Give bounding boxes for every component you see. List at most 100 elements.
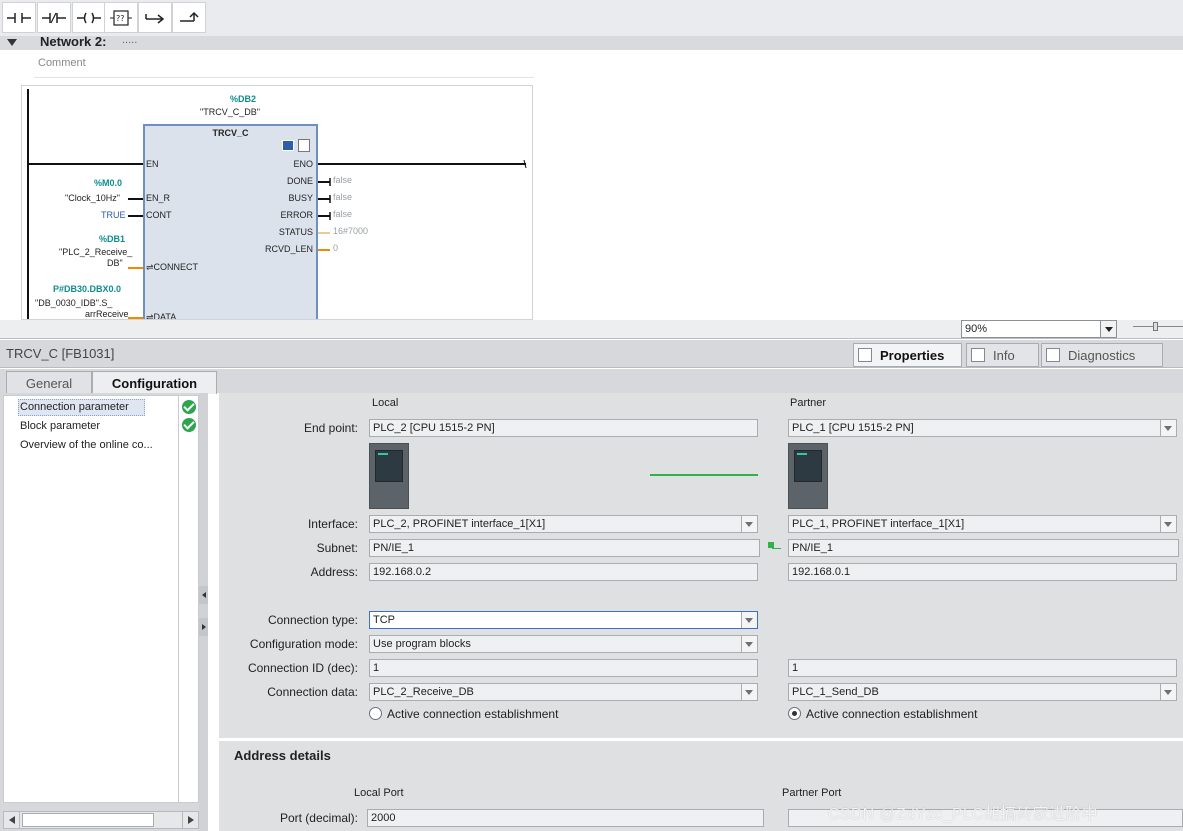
connection-type-select[interactable]: TCP: [369, 611, 758, 629]
local-header: Local: [372, 397, 399, 409]
check-ok-icon: [182, 400, 196, 414]
partner-end-point-select[interactable]: PLC_1 [CPU 1515-2 PN]: [788, 419, 1177, 437]
network-header[interactable]: Network 2: .....: [0, 34, 1183, 50]
tab-info-label: Info: [993, 347, 1015, 363]
pin-connect: ⇌CONNECT: [146, 262, 199, 272]
configuration-mode-select[interactable]: Use program blocks: [369, 635, 758, 653]
scroll-thumb[interactable]: [22, 813, 154, 827]
local-active-connection-label[interactable]: Active connection establishment: [387, 707, 558, 721]
partner-active-connection-label[interactable]: Active connection establishment: [806, 707, 977, 721]
close-branch-icon[interactable]: [172, 2, 206, 33]
comment-label: Comment: [38, 57, 86, 69]
chevron-down-icon: [745, 642, 753, 647]
scroll-right-icon[interactable]: [182, 812, 198, 828]
block-name: TRCV_C: [212, 128, 249, 138]
local-connection-id-value: 1: [373, 662, 380, 674]
chevron-down-icon: [1164, 690, 1172, 695]
network-comment[interactable]: Comment: [34, 53, 534, 78]
local-connection-data-select[interactable]: PLC_2_Receive_DB: [369, 683, 758, 701]
trcv-c-block[interactable]: TRCV_C EN EN_R CONT ⇌CONNECT ⇌DATA ENO D…: [143, 124, 318, 320]
pin-eno: ENO: [293, 159, 313, 169]
error-value: false: [333, 209, 353, 219]
partner-interface-select[interactable]: PLC_1, PROFINET interface_1[X1]: [788, 515, 1177, 533]
chevron-down-icon[interactable]: [1100, 321, 1116, 337]
nc-contact-icon[interactable]: [37, 2, 71, 33]
tab-diagnostics-label: Diagnostics: [1068, 347, 1136, 363]
nav-item-connection-parameter[interactable]: Connection parameter: [20, 401, 129, 413]
inspector-block-title: TRCV_C [FB1031]: [6, 346, 115, 361]
data-operand-line2[interactable]: arrReceive: [85, 309, 129, 319]
tab-general-label: General: [25, 375, 73, 391]
zoom-select[interactable]: 90%: [961, 320, 1117, 338]
block-call-icon[interactable]: [282, 140, 294, 151]
no-contact-icon[interactable]: [2, 2, 36, 33]
collapse-triangle-icon[interactable]: [7, 39, 17, 46]
watermark: CSDN @ZdYzc_PLC胡搞砖家进阶中: [828, 806, 1098, 823]
data-operand-line1[interactable]: "DB_0030_IDB".S_: [35, 298, 112, 308]
local-subnet-field: PN/IE_1: [369, 539, 760, 557]
collapse-left-icon[interactable]: [199, 586, 208, 604]
local-address-value: 192.168.0.2: [373, 566, 432, 578]
local-active-connection-radio[interactable]: [369, 707, 382, 720]
tab-properties[interactable]: Properties: [853, 343, 962, 367]
partner-port-header: Partner Port: [782, 787, 842, 799]
panel-splitter[interactable]: [199, 393, 208, 831]
scroll-left-icon[interactable]: [4, 812, 20, 828]
nav-item-block-parameter[interactable]: Block parameter: [20, 420, 100, 432]
partner-subnet-field: PN/IE_1: [788, 539, 1179, 557]
connect-operand-line1[interactable]: "PLC_2_Receive_: [59, 247, 132, 257]
tab-general[interactable]: General: [6, 371, 92, 394]
pin-cont: CONT: [146, 210, 172, 220]
open-branch-icon[interactable]: [138, 2, 172, 33]
config-subtabs: General Configuration: [0, 369, 1183, 394]
configuration-mode-label: Configuration mode:: [249, 637, 358, 651]
en-r-operand[interactable]: "Clock_10Hz": [65, 193, 120, 203]
connection-id-label: Connection ID (dec):: [247, 661, 358, 675]
check-ok-icon: [182, 418, 196, 432]
partner-connection-id-field[interactable]: 1: [788, 659, 1177, 677]
coil-icon[interactable]: [72, 2, 106, 33]
empty-box-icon[interactable]: ??: [104, 2, 138, 33]
nav-item-online-overview[interactable]: Overview of the online co...: [20, 439, 153, 451]
data-address: P#DB30.DBX0.0: [53, 284, 122, 294]
properties-icon: [858, 348, 872, 362]
tab-info[interactable]: Info: [966, 343, 1039, 367]
instance-db-name: "TRCV_C_DB": [200, 107, 260, 117]
tab-diagnostics[interactable]: Diagnostics: [1041, 343, 1163, 367]
subnet-label: Subnet:: [316, 541, 358, 555]
connection-type-label: Connection type:: [267, 613, 358, 627]
busy-value: false: [333, 192, 353, 202]
network-title-placeholder: .....: [122, 34, 138, 46]
interface-label: Interface:: [307, 517, 358, 531]
pin-status: STATUS: [278, 227, 313, 237]
local-connection-id-field[interactable]: 1: [369, 659, 758, 677]
inspector-header: TRCV_C [FB1031] Properties Info Diagnost…: [0, 340, 1183, 368]
local-end-point-value: PLC_2 [CPU 1515-2 PN]: [373, 422, 495, 434]
zoom-value: 90%: [965, 323, 988, 335]
connection-parameter-panel: Local Partner End point: PLC_2 [CPU 1515…: [219, 393, 1183, 738]
expand-right-icon[interactable]: [199, 618, 208, 636]
connection-type-value: TCP: [373, 614, 395, 626]
chevron-down-icon: [745, 690, 753, 695]
local-interface-select[interactable]: PLC_2, PROFINET interface_1[X1]: [369, 515, 758, 533]
svg-text:??: ??: [116, 14, 125, 23]
zoom-slider-thumb[interactable]: [1153, 322, 1158, 331]
rcvd-len-value: 0: [333, 243, 339, 253]
pin-rcvd-len: RCVD_LEN: [264, 244, 313, 254]
zoom-slider[interactable]: [1133, 322, 1183, 332]
config-nav-panel: Connection parameter Block parameter Ove…: [0, 393, 208, 831]
pin-busy: BUSY: [288, 193, 313, 203]
en-r-address[interactable]: %M0.0: [94, 178, 122, 188]
connect-operand-line2[interactable]: DB": [107, 258, 123, 268]
local-subnet-value: PN/IE_1: [373, 542, 414, 554]
block-info-icon[interactable]: [298, 139, 310, 152]
partner-address-value: 192.168.0.1: [792, 566, 851, 578]
chevron-down-icon: [745, 618, 753, 623]
nav-horizontal-scrollbar[interactable]: [3, 811, 199, 829]
partner-connection-data-select[interactable]: PLC_1_Send_DB: [788, 683, 1177, 701]
tab-configuration[interactable]: Configuration: [92, 371, 217, 394]
cont-operand[interactable]: TRUE: [101, 210, 126, 220]
partner-active-connection-radio[interactable]: [788, 707, 801, 720]
pin-data: ⇌DATA: [146, 312, 177, 320]
local-port-field[interactable]: 2000: [367, 809, 764, 827]
